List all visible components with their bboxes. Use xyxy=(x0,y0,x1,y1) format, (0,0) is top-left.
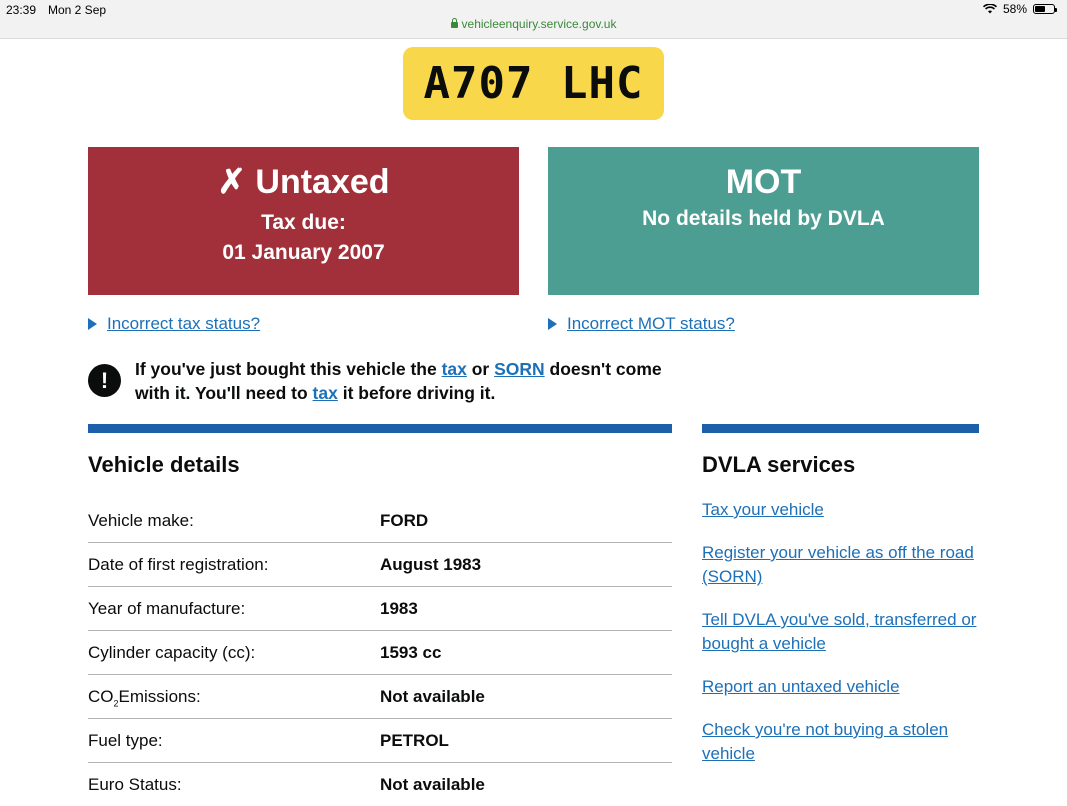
table-row: CO2Emissions: Not available xyxy=(88,675,672,719)
table-row: Date of first registration: August 1983 xyxy=(88,543,672,587)
incorrect-mot-status-link[interactable]: Incorrect MOT status? xyxy=(567,314,735,334)
mot-status-detail: No details held by DVLA xyxy=(642,207,885,230)
tax-due-date: 01 January 2007 xyxy=(222,241,385,264)
sorn-link[interactable]: SORN xyxy=(494,359,545,379)
row-label: Date of first registration: xyxy=(88,555,269,574)
row-label: Year of manufacture: xyxy=(88,599,246,618)
row-value: 1593 cc xyxy=(380,643,442,662)
row-label: Cylinder capacity (cc): xyxy=(88,643,256,662)
plate-text: A707 LHC xyxy=(423,58,644,109)
tax-link-2[interactable]: tax xyxy=(313,383,338,403)
tell-dvla-sold-link[interactable]: Tell DVLA you've sold, transferred or bo… xyxy=(702,608,992,656)
mot-status-title: MOT xyxy=(725,163,802,201)
row-label: Euro Status: xyxy=(88,775,182,794)
row-value: 1983 xyxy=(380,599,418,618)
dvla-services-list: Tax your vehicle Register your vehicle a… xyxy=(702,498,992,785)
register-sorn-link[interactable]: Register your vehicle as off the road (S… xyxy=(702,541,992,589)
row-value: FORD xyxy=(380,511,429,530)
tax-due-label: Tax due: xyxy=(261,211,346,234)
row-value: PETROL xyxy=(380,731,449,750)
incorrect-tax-status-link[interactable]: Incorrect tax status? xyxy=(107,314,260,334)
number-plate: A707 LHC xyxy=(403,47,664,120)
warning-text-part: it before driving it. xyxy=(337,383,496,403)
tax-status-title: ✗ Untaxed xyxy=(217,163,390,201)
mot-status-panel: MOT No details held by DVLA xyxy=(548,147,979,295)
status-time: 23:39 xyxy=(6,3,37,17)
check-stolen-link[interactable]: Check you're not buying a stolen vehicle xyxy=(702,718,992,766)
wifi-icon xyxy=(982,4,997,14)
status-right: 58% xyxy=(982,2,1057,16)
warning-text: If you've just bought this vehicle the t… xyxy=(135,357,695,405)
section-rule xyxy=(702,424,979,433)
incorrect-mot-status-toggle[interactable]: Incorrect MOT status? xyxy=(548,314,735,334)
table-row: Vehicle make: FORD xyxy=(88,499,672,543)
row-label: Vehicle make: xyxy=(88,511,194,530)
table-row: Fuel type: PETROL xyxy=(88,719,672,763)
exclamation-icon: ! xyxy=(88,364,121,397)
triangle-right-icon xyxy=(548,318,557,330)
table-row: Cylinder capacity (cc): 1593 cc xyxy=(88,631,672,675)
tax-your-vehicle-link[interactable]: Tax your vehicle xyxy=(702,498,992,522)
warning-text-part: If you've just bought this vehicle the xyxy=(135,359,442,379)
lock-icon xyxy=(450,18,458,28)
battery-percent: 58% xyxy=(1002,2,1027,16)
url-text: vehicleenquiry.service.gov.uk xyxy=(461,17,617,31)
tax-link[interactable]: tax xyxy=(442,359,467,379)
row-value: Not available xyxy=(380,775,485,794)
row-value: Not available xyxy=(380,687,485,706)
row-value: August 1983 xyxy=(380,555,482,574)
status-date: Mon 2 Sep xyxy=(48,3,107,17)
incorrect-tax-status-toggle[interactable]: Incorrect tax status? xyxy=(88,314,260,334)
tax-status-panel: ✗ Untaxed Tax due: 01 January 2007 xyxy=(88,147,519,295)
dvla-services-heading: DVLA services xyxy=(702,452,856,477)
vehicle-details-heading: Vehicle details xyxy=(88,452,240,477)
triangle-right-icon xyxy=(88,318,97,330)
address-bar[interactable]: vehicleenquiry.service.gov.uk xyxy=(0,17,1067,31)
section-rule xyxy=(88,424,672,433)
vehicle-details-table: Vehicle make: FORD Date of first registra… xyxy=(88,499,672,806)
status-bar: 23:39 Mon 2 Sep vehicleenquiry.service.g… xyxy=(0,0,1067,39)
report-untaxed-link[interactable]: Report an untaxed vehicle xyxy=(702,675,992,699)
co2-suffix: Emissions: xyxy=(118,687,201,706)
battery-icon xyxy=(1033,4,1057,14)
co2-prefix: CO xyxy=(88,687,114,706)
row-label: CO2Emissions: xyxy=(88,687,201,708)
row-label: Fuel type: xyxy=(88,731,163,750)
table-row: Year of manufacture: 1983 xyxy=(88,587,672,631)
warning-text-part: or xyxy=(466,359,495,379)
